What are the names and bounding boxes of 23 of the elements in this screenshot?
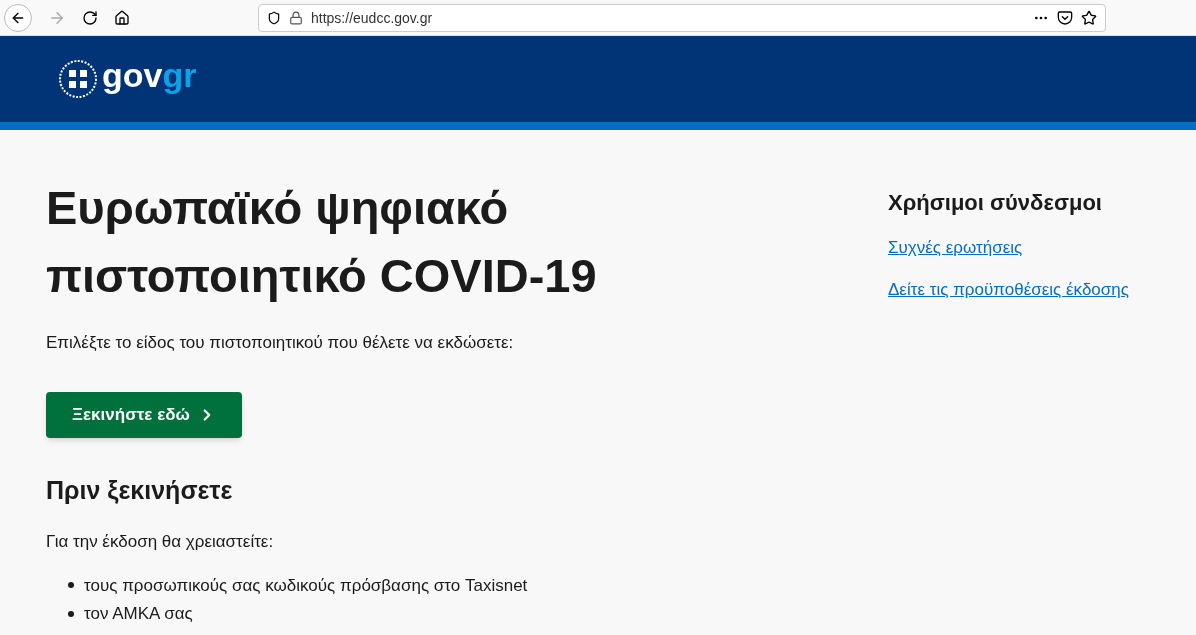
bullet-icon — [68, 610, 74, 617]
requirement-text: τους προσωπικούς σας κωδικούς πρόσβασης στο Taxisnet — [84, 574, 528, 597]
back-button[interactable] — [4, 3, 32, 32]
section-text: Για την έκδοση θα χρειαστείτε: — [46, 531, 275, 553]
sidebar-link[interactable]: Δείτε τις προϋποθέσεις έκδοσης — [888, 276, 1129, 302]
intro-text: Επιλέξτε το είδος του πιστοποιητικού που θέλετε να εκδώσετε: — [46, 332, 515, 354]
lock-icon — [289, 10, 303, 25]
bookmark-star-icon[interactable] — [1081, 9, 1097, 26]
emblem-icon — [58, 59, 98, 99]
pocket-icon[interactable] — [1057, 9, 1073, 26]
sidebar-heading: Χρήσιμοι σύνδεσμοι — [888, 189, 1103, 217]
site-logo[interactable]: govgr — [102, 58, 197, 92]
section-heading: Πριν ξεκινήσετε — [46, 474, 234, 506]
url-text: https://eudcc.gov.gr — [311, 8, 434, 28]
address-bar[interactable]: https://eudcc.gov.gr — [258, 3, 1106, 32]
bullet-icon — [68, 582, 74, 589]
sidebar-link[interactable]: Συχνές ερωτήσεις — [888, 235, 1129, 261]
start-button[interactable]: Ξεκινήστε εδώ — [46, 391, 242, 438]
reload-button[interactable] — [82, 9, 98, 26]
page-title: Ευρωπαϊκό ψηφιακό πιστοποιητικό COVID-19 — [46, 180, 598, 304]
shield-icon — [267, 10, 281, 25]
requirement-text: τον ΑΜΚΑ σας — [84, 603, 193, 625]
home-button[interactable] — [114, 9, 130, 26]
